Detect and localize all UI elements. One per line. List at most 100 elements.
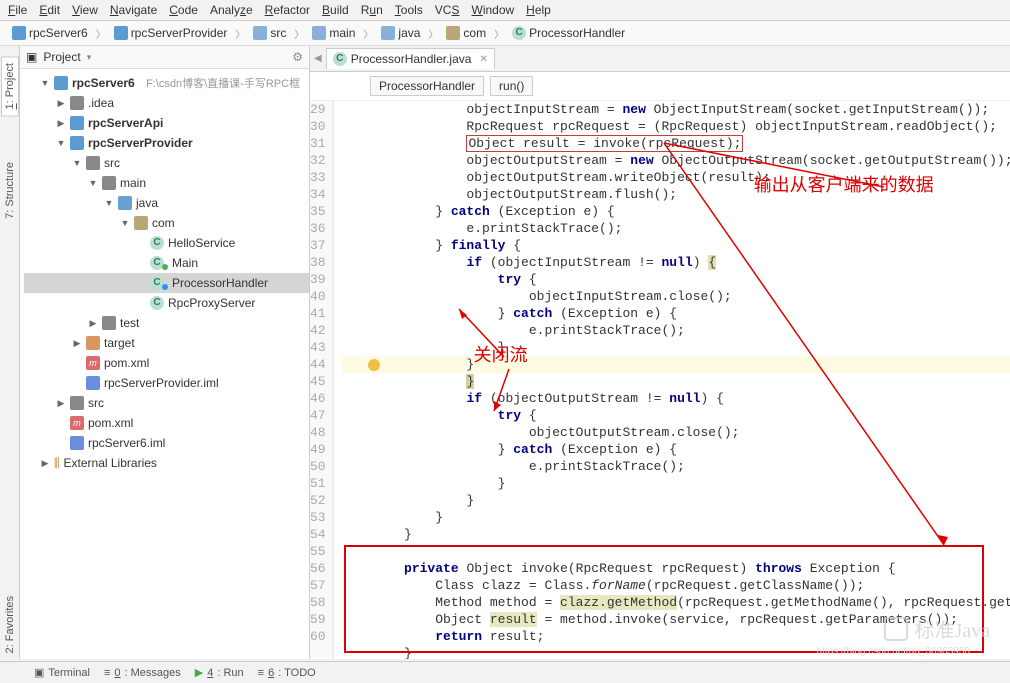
breadcrumb-label: java <box>398 26 420 40</box>
tab-todo[interactable]: ≡ 6: TODO <box>258 667 316 679</box>
tree-proxy[interactable]: RpcProxyServer <box>24 293 309 313</box>
breadcrumb-label: rpcServerProvider <box>131 26 228 40</box>
tree-main[interactable]: ▼main <box>24 173 309 193</box>
project-panel: ▣ Project ▾ ⚙ ▼rpcServer6 F:\csdn博客\直播课-… <box>20 46 310 659</box>
menu-file[interactable]: File <box>8 3 27 17</box>
breadcrumb-item[interactable]: rpcServerProvider <box>110 25 232 41</box>
tree-hello[interactable]: HelloService <box>24 233 309 253</box>
folder-icon <box>70 396 84 410</box>
tree-target[interactable]: ▶target <box>24 333 309 353</box>
class-icon <box>333 52 347 66</box>
watermark-url: https://blog.csdn.net/qq_36963950 <box>817 646 970 657</box>
project-tree[interactable]: ▼rpcServer6 F:\csdn博客\直播课-手写RPC框 ▶.idea … <box>20 69 309 659</box>
tree-api[interactable]: ▶rpcServerApi <box>24 113 309 133</box>
menu-vcs[interactable]: VCS <box>435 3 460 17</box>
folder-icon <box>70 96 84 110</box>
tree-idea[interactable]: ▶.idea <box>24 93 309 113</box>
module-icon <box>114 26 128 40</box>
menu-help[interactable]: Help <box>526 3 551 17</box>
bottom-tool-bar: ▣ Terminal ≡ 0: Messages ▶ 4: Run ≡ 6: T… <box>0 661 1010 683</box>
code-editor[interactable]: 2930313233343536373839404142434445464748… <box>310 101 1010 659</box>
maven-icon <box>86 356 100 370</box>
menu-window[interactable]: Window <box>471 3 514 17</box>
menu-navigate[interactable]: Navigate <box>110 3 157 17</box>
target-folder-icon <box>86 336 100 350</box>
breadcrumb-item[interactable]: main <box>308 25 359 41</box>
libraries-icon: ⫼ <box>54 456 60 471</box>
tree-ext[interactable]: ▶⫼External Libraries <box>24 453 309 473</box>
close-icon[interactable]: ✕ <box>479 54 487 65</box>
tab-favorites[interactable]: 2: Favorites <box>2 590 18 659</box>
tree-provider[interactable]: ▼rpcServerProvider <box>24 133 309 153</box>
breadcrumb-label: rpcServer6 <box>29 26 88 40</box>
breadcrumb-item[interactable]: java <box>377 25 424 41</box>
package-icon <box>134 216 148 230</box>
menu-edit[interactable]: Edit <box>39 3 60 17</box>
tab-terminal[interactable]: ▣ Terminal <box>34 666 90 679</box>
menu-tools[interactable]: Tools <box>395 3 423 17</box>
tab-structure[interactable]: 7: Structure <box>2 156 18 225</box>
breadcrumb-item[interactable]: com <box>442 25 490 41</box>
folder-icon <box>381 26 395 40</box>
menu-analyze[interactable]: Analyze <box>210 3 253 17</box>
iml-icon <box>86 376 100 390</box>
menu-refactor[interactable]: Refactor <box>265 3 310 17</box>
tree-iml2[interactable]: rpcServer6.iml <box>24 433 309 453</box>
breadcrumb-item[interactable]: src <box>249 25 290 41</box>
crumb-class[interactable]: ProcessorHandler <box>370 76 484 96</box>
tree-iml1[interactable]: rpcServerProvider.iml <box>24 373 309 393</box>
code-content[interactable]: objectInputStream = new ObjectInputStrea… <box>334 101 1010 659</box>
class-icon <box>512 26 526 40</box>
iml-icon <box>70 436 84 450</box>
editor-tab-label: ProcessorHandler.java <box>351 52 472 66</box>
impl-badge-icon <box>162 284 168 290</box>
line-gutter: 2930313233343536373839404142434445464748… <box>310 101 333 659</box>
folder-icon <box>86 156 100 170</box>
tab-project[interactable]: 1: Project <box>1 56 19 116</box>
run-badge-icon <box>162 264 168 270</box>
tree-com[interactable]: ▼com <box>24 213 309 233</box>
module-icon <box>70 116 84 130</box>
breadcrumb-item[interactable]: rpcServer6 <box>8 25 92 41</box>
folder-icon <box>102 176 116 190</box>
project-view-icon: ▣ <box>26 50 37 64</box>
tree-test[interactable]: ▶test <box>24 313 309 333</box>
breadcrumb-item[interactable]: ProcessorHandler <box>508 25 629 41</box>
module-icon <box>54 76 68 90</box>
tree-maincls[interactable]: Main <box>24 253 309 273</box>
project-panel-title[interactable]: Project <box>43 50 80 64</box>
tree-pom1[interactable]: pom.xml <box>24 353 309 373</box>
tab-messages[interactable]: ≡ 0: Messages <box>104 667 181 679</box>
module-icon <box>12 26 26 40</box>
menu-bar: File Edit View Navigate Code Analyze Ref… <box>0 0 1010 21</box>
breadcrumb-label: src <box>270 26 286 40</box>
source-folder-icon <box>118 196 132 210</box>
tree-src[interactable]: ▼src <box>24 153 309 173</box>
intention-bulb-icon[interactable] <box>368 359 380 371</box>
class-icon <box>150 296 164 310</box>
gear-icon[interactable]: ⚙ <box>292 50 303 64</box>
editor-breadcrumb: ProcessorHandler run() <box>310 72 1010 101</box>
tree-src2[interactable]: ▶src <box>24 393 309 413</box>
menu-build[interactable]: Build <box>322 3 349 17</box>
watermark-icon <box>884 617 908 641</box>
editor-tabs: ◀ ProcessorHandler.java ✕ <box>310 46 1010 72</box>
menu-view[interactable]: View <box>72 3 98 17</box>
editor-area: ◀ ProcessorHandler.java ✕ ProcessorHandl… <box>310 46 1010 659</box>
tab-run[interactable]: ▶ 4: Run <box>195 666 244 679</box>
crumb-method[interactable]: run() <box>490 76 533 96</box>
watermark: 标准Java <box>884 614 990 643</box>
tree-java[interactable]: ▼java <box>24 193 309 213</box>
editor-tab[interactable]: ProcessorHandler.java ✕ <box>326 48 495 69</box>
menu-code[interactable]: Code <box>169 3 198 17</box>
folder-icon <box>312 26 326 40</box>
tabs-left-arrow-icon[interactable]: ◀ <box>314 53 322 64</box>
tree-root[interactable]: ▼rpcServer6 F:\csdn博客\直播课-手写RPC框 <box>24 73 309 93</box>
class-icon <box>150 236 164 250</box>
menu-run[interactable]: Run <box>361 3 383 17</box>
folder-icon <box>102 316 116 330</box>
tree-pom2[interactable]: pom.xml <box>24 413 309 433</box>
module-icon <box>70 136 84 150</box>
tree-processor[interactable]: ProcessorHandler <box>24 273 309 293</box>
maven-icon <box>70 416 84 430</box>
